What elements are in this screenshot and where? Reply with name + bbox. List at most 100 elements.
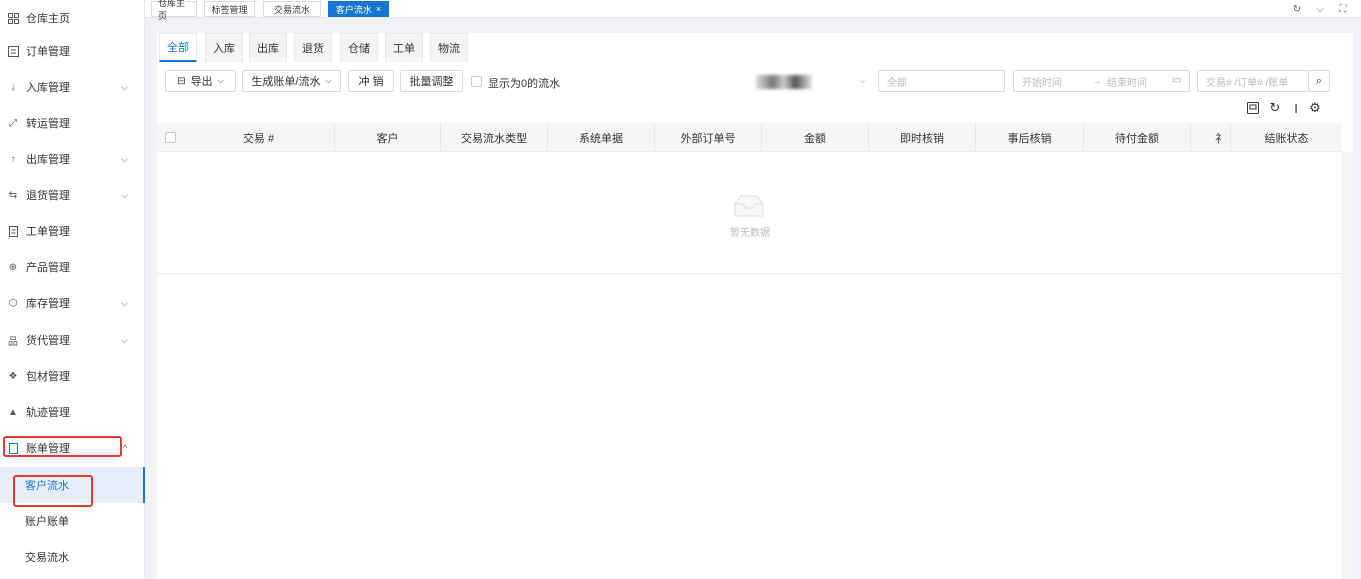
column-header-transaction[interactable]: 交易 #: [183, 123, 335, 152]
redacted-value: [756, 75, 812, 89]
vertical-scrollbar[interactable]: [1342, 152, 1353, 579]
column-header-pending-amount[interactable]: 待付金额: [1084, 123, 1191, 152]
status-select[interactable]: 全部: [878, 70, 1005, 92]
sidebar-item-forwarders[interactable]: 品 货代管理 ⌵: [0, 322, 145, 358]
sidebar-item-inventory[interactable]: ⬡ 库存管理 ⌵: [0, 285, 145, 321]
order-icon: [7, 45, 19, 57]
gear-icon[interactable]: ⚙: [1307, 100, 1323, 116]
track-icon: ▲: [8, 406, 18, 418]
table-body: 暂无数据: [157, 152, 1342, 274]
sidebar-item-label: 退货管理: [26, 190, 70, 202]
export-label: 导出: [190, 76, 213, 88]
column-header-type[interactable]: 交易流水类型: [441, 123, 548, 152]
sidebar-item-warehouse-home[interactable]: 仓库主页: [0, 0, 145, 36]
calendar-icon: ▭: [1172, 75, 1182, 86]
chevron-down-icon: ⌵: [121, 297, 128, 308]
sidebar-item-returns[interactable]: ⇆ 退货管理 ⌵: [0, 177, 145, 213]
sidebar-item-orders[interactable]: 订单管理: [0, 33, 145, 69]
sidebar-item-outbound[interactable]: ↑ 出库管理 ⌵: [0, 141, 145, 177]
select-all-cell: [157, 123, 183, 152]
fullscreen-icon[interactable]: ⛶: [1335, 1, 1351, 17]
column-header-instant-writeoff[interactable]: 即时核销: [869, 123, 976, 152]
search-icon: ⌕: [1315, 74, 1323, 87]
export-icon: ⊟: [177, 75, 186, 87]
customer-select[interactable]: ⌵: [728, 70, 870, 92]
column-layout-icon[interactable]: [1245, 100, 1261, 116]
sidebar-item-label: 包材管理: [26, 371, 70, 383]
sidebar-item-label: 出库管理: [26, 154, 70, 166]
tab-workorders[interactable]: 工单: [385, 33, 423, 62]
product-icon: ⊕: [8, 261, 18, 273]
arrow-up-icon: ↑: [10, 153, 16, 165]
sidebar-item-transfer[interactable]: ⤢ 转运管理: [0, 105, 145, 141]
export-button[interactable]: ⊟ 导出 ⌵: [165, 70, 236, 92]
tab-label: 仓库主页: [158, 0, 186, 21]
sidebar-item-label: 账单管理: [26, 443, 70, 455]
search-button[interactable]: ⌕: [1308, 70, 1330, 92]
packaging-icon: ❖: [8, 370, 18, 382]
sidebar-item-label: 工单管理: [26, 226, 70, 238]
tab-label: 标签管理: [211, 4, 248, 15]
chevron-down-icon: ⌵: [121, 334, 128, 345]
tab-label-management[interactable]: 标签管理: [204, 1, 255, 17]
column-header-post-writeoff[interactable]: 事后核销: [976, 123, 1084, 152]
text-height-icon[interactable]: I: [1288, 100, 1304, 116]
column-header-system-doc[interactable]: 系统单据: [548, 123, 655, 152]
sidebar-item-inbound[interactable]: ↓ 入库管理 ⌵: [0, 69, 145, 105]
sidebar-item-label: 订单管理: [26, 46, 70, 58]
empty-state-text: 暂无数据: [730, 228, 770, 239]
sidebar-item-workorders[interactable]: 工单管理: [0, 213, 145, 249]
tab-transactions[interactable]: 交易流水: [263, 1, 321, 17]
sidebar-subitem-transactions[interactable]: 交易流水: [0, 539, 145, 575]
sidebar-subitem-account-bill[interactable]: 账户账单: [0, 503, 145, 539]
show-zero-checkbox[interactable]: [471, 76, 482, 87]
sidebar-item-products[interactable]: ⊕ 产品管理: [0, 249, 145, 285]
refresh-icon[interactable]: ↻: [1289, 1, 1305, 17]
bill-icon: [7, 442, 19, 454]
refresh-icon[interactable]: ↻: [1267, 100, 1283, 116]
sidebar-item-tracking[interactable]: ▲ 轨迹管理: [0, 394, 145, 430]
tab-returns[interactable]: 退货: [294, 33, 332, 62]
sidebar-item-label: 转运管理: [26, 118, 70, 130]
column-header-customer[interactable]: 客户: [335, 123, 441, 152]
search-placeholder: 交易# /订单# /账单: [1206, 77, 1289, 89]
arrow-right-icon: →: [1092, 75, 1102, 87]
tab-warehouse-home[interactable]: 仓库主页: [151, 0, 197, 21]
tab-outbound[interactable]: 出库: [249, 33, 287, 62]
tab-customer-ledger[interactable]: 客户流水 ×: [328, 1, 389, 17]
tab-logistics[interactable]: 物流: [430, 33, 468, 62]
sidebar-item-label: 库存管理: [26, 298, 70, 310]
sidebar-subitem-label: 交易流水: [25, 552, 69, 564]
tab-storage[interactable]: 仓储: [340, 33, 378, 62]
sidebar-item-label: 轨迹管理: [26, 407, 70, 419]
chevron-down-icon: ⌵: [121, 153, 128, 164]
close-icon[interactable]: ×: [376, 4, 381, 14]
batch-adjust-label: 批量调整: [409, 76, 454, 88]
chevron-down-icon[interactable]: ⌵: [1312, 1, 1328, 17]
tab-all[interactable]: 全部: [159, 33, 197, 62]
generate-bill-button[interactable]: 生成账单/流水 ⌵: [242, 70, 341, 92]
search-input[interactable]: 交易# /订单# /账单: [1197, 70, 1309, 92]
tab-inbound[interactable]: 入库: [205, 33, 243, 62]
sidebar-item-label: 货代管理: [26, 335, 70, 347]
column-header-external-order[interactable]: 外部订单号: [655, 123, 762, 152]
reverse-label: 冲 销: [358, 76, 384, 88]
sidebar-item-billing[interactable]: 账单管理 ^: [0, 430, 145, 466]
chevron-up-icon: ^: [123, 443, 128, 453]
sidebar-item-label: 仓库主页: [26, 13, 70, 25]
column-header-settlement-status[interactable]: 结账状态: [1231, 123, 1342, 152]
empty-inbox-icon: [731, 194, 767, 221]
tab-label: 客户流水: [335, 4, 372, 15]
page-tab-bar: 仓库主页 标签管理 交易流水 客户流水 × ↻ ⌵ ⛶: [145, 0, 1361, 21]
reverse-button[interactable]: 冲 销: [348, 70, 394, 92]
select-all-checkbox[interactable]: [165, 132, 176, 143]
column-header-partial[interactable]: 礻: [1191, 123, 1231, 152]
main-content: 全部 入库 出库 退货 仓储 工单 物流 ⊟ 导出 ⌵ 生成账单/流水 ⌵ 冲 …: [157, 33, 1353, 579]
sidebar-item-packaging[interactable]: ❖ 包材管理: [0, 358, 145, 394]
sidebar-subitem-customer-ledger[interactable]: 客户流水: [0, 467, 145, 503]
batch-adjust-button[interactable]: 批量调整: [400, 70, 463, 92]
column-header-amount[interactable]: 金额: [762, 123, 869, 152]
chevron-down-icon: ⌵: [121, 81, 128, 92]
date-range-picker[interactable]: 开始时间 → 结束时间 ▭: [1013, 70, 1190, 92]
start-time-placeholder: 开始时间: [1022, 77, 1062, 89]
